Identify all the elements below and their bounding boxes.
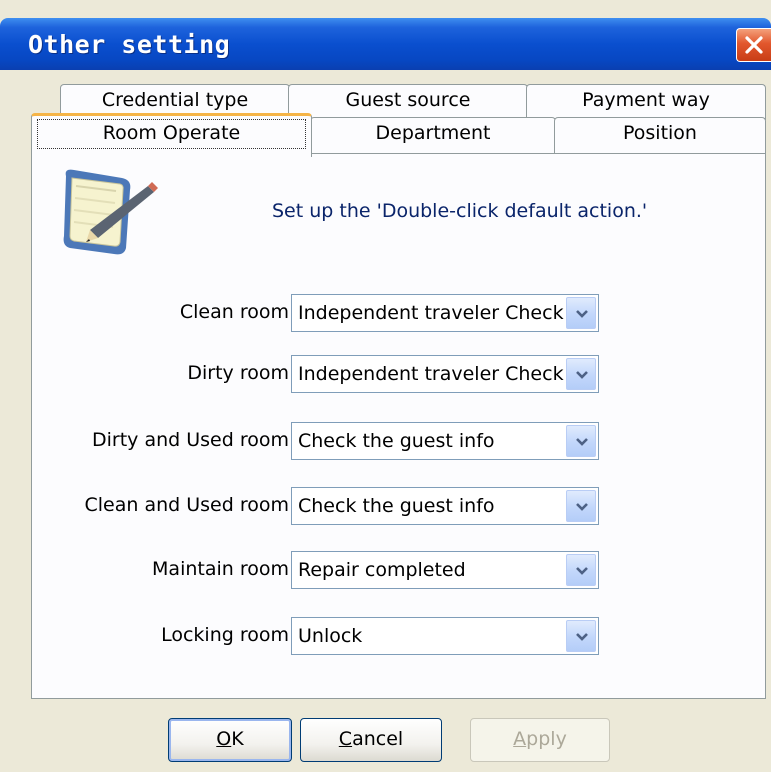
chevron-down-icon [576,438,588,446]
tab-payment-way[interactable]: Payment way [526,84,766,120]
apply-accel: A [513,728,527,750]
tab-guest-source[interactable]: Guest source [288,84,528,120]
dropdown-button[interactable] [566,358,596,390]
clean-and-used-room-label: Clean and Used room [84,494,290,516]
chevron-down-icon [576,567,588,575]
ok-button[interactable]: OK [168,718,292,762]
apply-button: Apply [470,718,610,762]
dirty-and-used-room-label: Dirty and Used room [92,429,289,451]
tab-label: Department [375,122,491,144]
window-title: Other setting [28,30,231,59]
maintain-room-label: Maintain room [152,558,289,580]
dirty-room-select[interactable]: Independent traveler Check [291,355,599,393]
tab-label: Position [623,122,697,144]
tab-room-operate[interactable]: Room Operate [31,113,312,157]
ok-accel: O [216,728,232,750]
ok-label-rest: K [231,728,244,750]
clean-and-used-room-select[interactable]: Check the guest info [291,487,599,525]
select-value: Check the guest info [298,495,495,517]
chevron-down-icon [576,633,588,641]
clean-room-select[interactable]: Independent traveler Check [291,294,599,332]
dialog-window: Other setting Credential type Guest sour… [0,0,771,772]
locking-room-label: Locking room [161,624,289,646]
dropdown-button[interactable] [566,425,596,457]
select-value: Independent traveler Check [298,302,564,324]
select-value: Repair completed [298,559,466,581]
tab-position[interactable]: Position [554,117,766,153]
dropdown-button[interactable] [566,297,596,329]
chevron-down-icon [576,503,588,511]
dropdown-button[interactable] [566,620,596,652]
dirty-and-used-room-select[interactable]: Check the guest info [291,422,599,460]
instruction-text: Set up the 'Double-click default action.… [272,200,648,222]
chevron-down-icon [576,310,588,318]
tab-department[interactable]: Department [310,117,556,153]
cancel-button[interactable]: Cancel [300,718,442,762]
notepad-pencil-icon [63,169,158,255]
focus-rectangle [37,119,306,149]
tab-label: Guest source [345,89,471,111]
dropdown-button[interactable] [566,490,596,522]
close-x-icon [745,36,763,54]
locking-room-select[interactable]: Unlock [291,617,599,655]
cancel-label-rest: ancel [352,728,404,750]
select-value: Independent traveler Check [298,363,564,385]
chevron-down-icon [576,371,588,379]
dirty-room-label: Dirty room [187,362,289,384]
select-value: Unlock [298,625,363,647]
clean-room-label: Clean room [179,301,289,323]
select-value: Check the guest info [298,430,495,452]
maintain-room-select[interactable]: Repair completed [291,551,599,589]
close-button[interactable] [736,28,771,62]
cancel-accel: C [338,728,353,750]
tab-label: Credential type [101,89,249,111]
dropdown-button[interactable] [566,554,596,586]
tab-label: Payment way [582,89,710,111]
apply-label-rest: pply [526,728,567,750]
